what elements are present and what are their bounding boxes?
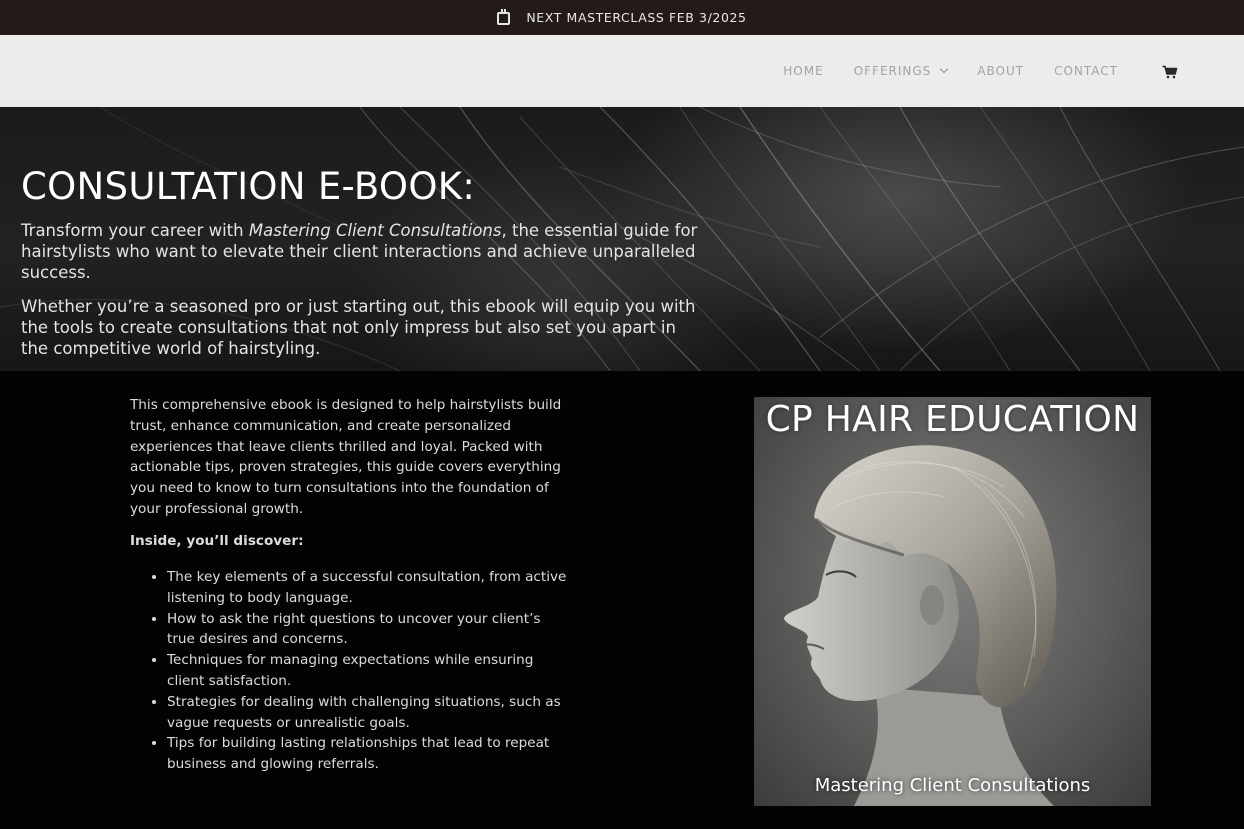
hero-intro-start: Transform your career with: [21, 221, 249, 240]
nav-item-label: OFFERINGS: [853, 64, 932, 78]
list-item: The key elements of a successful consult…: [167, 567, 570, 609]
inside-heading: Inside, you’ll discover:: [130, 533, 304, 549]
hero-paragraph: Whether you’re a seasoned pro or just st…: [21, 297, 696, 358]
main-nav: HOME OFFERINGS ABOUT CONTACT: [783, 35, 1244, 107]
calendar-icon: [497, 9, 511, 25]
cover-portrait: [784, 445, 1057, 806]
content-section: This comprehensive ebook is designed to …: [0, 371, 1244, 829]
cart-icon[interactable]: [1162, 64, 1178, 79]
nav-item-label: CONTACT: [1054, 64, 1118, 78]
list-item: Tips for building lasting relationships …: [167, 733, 570, 775]
nav-item-about[interactable]: ABOUT: [977, 64, 1024, 78]
nav-item-offerings[interactable]: OFFERINGS: [853, 64, 949, 78]
nav-item-home[interactable]: HOME: [783, 64, 823, 78]
list-item: Techniques for managing expectations whi…: [167, 650, 570, 692]
ebook-cover: CP HAIR EDUCATION Mastering Client Consu…: [754, 397, 1151, 806]
nav-item-contact[interactable]: CONTACT: [1054, 64, 1118, 78]
announcement-bar: NEXT MASTERCLASS FEB 3/2025: [0, 0, 1244, 35]
book-title-italic: Mastering Client Consultations: [248, 221, 502, 240]
chevron-down-icon[interactable]: [940, 64, 949, 74]
page-title: CONSULTATION E-BOOK:: [21, 165, 476, 208]
cover-brand: CP HAIR EDUCATION: [765, 399, 1140, 440]
feature-list: The key elements of a successful consult…: [130, 567, 570, 775]
announcement-text: NEXT MASTERCLASS FEB 3/2025: [526, 10, 747, 25]
cover-title: Mastering Client Consultations: [814, 775, 1091, 796]
site-header: HOME OFFERINGS ABOUT CONTACT: [0, 35, 1244, 107]
list-item: How to ask the right questions to uncove…: [167, 609, 570, 651]
nav-item-label: HOME: [783, 64, 824, 78]
hero-section: CONSULTATION E-BOOK: Transform your care…: [0, 107, 1244, 371]
nav-item-label: ABOUT: [977, 64, 1025, 78]
ebook-description: This comprehensive ebook is designed to …: [130, 397, 562, 517]
hero-intro: Transform your career with Mastering Cli…: [21, 220, 701, 283]
list-item: Strategies for dealing with challenging …: [167, 692, 570, 734]
